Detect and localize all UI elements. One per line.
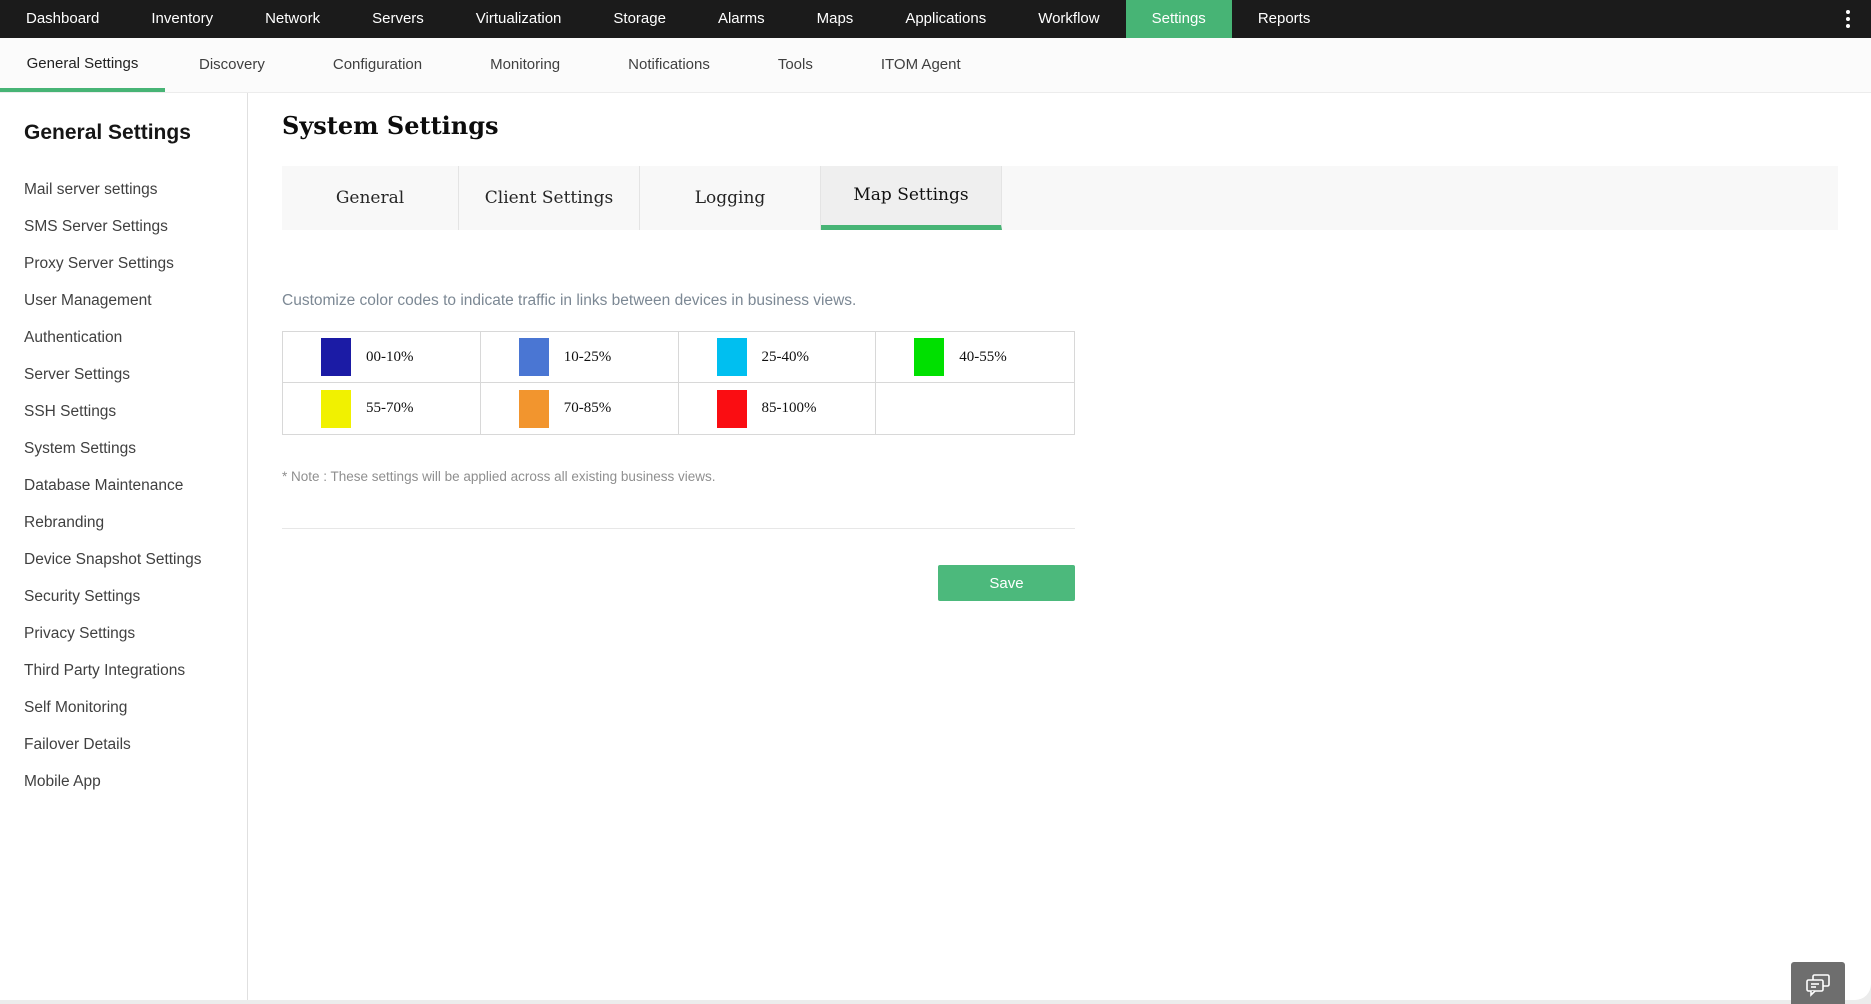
subnav-item-tools[interactable]: Tools xyxy=(744,38,847,92)
traffic-color-cell-70-85%[interactable]: 70-85% xyxy=(481,383,679,434)
color-swatch[interactable] xyxy=(716,338,747,376)
sidebar-item-proxy-server-settings[interactable]: Proxy Server Settings xyxy=(24,245,247,282)
traffic-color-table: 00-10% 10-25% 25-40% 40-55% 55-70% 70-85… xyxy=(282,331,1075,435)
topnav-item-dashboard[interactable]: Dashboard xyxy=(0,0,125,38)
tab-client-settings[interactable]: Client Settings xyxy=(459,166,640,230)
top-navigation-bar: Dashboard Inventory Network Servers Virtuali… xyxy=(0,0,1871,38)
sidebar-item-user-management[interactable]: User Management xyxy=(24,282,247,319)
save-button[interactable]: Save xyxy=(938,565,1075,601)
secondary-navigation: General Settings Discovery Configuration Mo… xyxy=(0,38,1871,93)
sidebar-item-device-snapshot-settings[interactable]: Device Snapshot Settings xyxy=(24,541,247,578)
topnav-item-reports[interactable]: Reports xyxy=(1232,0,1337,38)
sidebar-item-authentication[interactable]: Authentication xyxy=(24,319,247,356)
topnav-item-virtualization[interactable]: Virtualization xyxy=(450,0,588,38)
page-title: System Settings xyxy=(282,111,499,140)
sidebar-heading: General Settings xyxy=(24,121,191,144)
kebab-menu-icon[interactable] xyxy=(1825,0,1871,38)
color-swatch[interactable] xyxy=(321,338,351,376)
range-label: 85-100% xyxy=(761,400,817,416)
topnav-item-alarms[interactable]: Alarms xyxy=(692,0,791,38)
chat-feedback-icon xyxy=(1806,974,1830,997)
tab-bar-filler xyxy=(1002,166,1838,230)
subnav-item-configuration[interactable]: Configuration xyxy=(299,38,456,92)
feedback-button[interactable] xyxy=(1791,962,1845,1004)
topnav-item-applications[interactable]: Applications xyxy=(879,0,1012,38)
subnav-item-discovery[interactable]: Discovery xyxy=(165,38,299,92)
empty-cell xyxy=(876,383,1074,434)
sidebar-item-self-monitoring[interactable]: Self Monitoring xyxy=(24,689,247,726)
range-label: 00-10% xyxy=(366,348,414,365)
sidebar-item-privacy-settings[interactable]: Privacy Settings xyxy=(24,615,247,652)
traffic-color-cell-85-100%[interactable]: 85-100% xyxy=(679,383,877,434)
sidebar-item-list: Mail server settings SMS Server Settings P… xyxy=(24,171,247,800)
topnav-item-storage[interactable]: Storage xyxy=(587,0,692,38)
range-label: 25-40% xyxy=(761,348,810,365)
sidebar-item-mail-server-settings[interactable]: Mail server settings xyxy=(24,171,247,208)
sidebar-item-mobile-app[interactable]: Mobile App xyxy=(24,763,247,800)
topnav-item-maps[interactable]: Maps xyxy=(791,0,880,38)
subnav-item-monitoring[interactable]: Monitoring xyxy=(456,38,594,92)
tab-map-settings[interactable]: Map Settings xyxy=(821,166,1002,230)
tab-general[interactable]: General xyxy=(282,166,459,230)
color-swatch[interactable] xyxy=(321,389,351,428)
tab-logging[interactable]: Logging xyxy=(640,166,821,230)
sidebar-item-failover-details[interactable]: Failover Details xyxy=(24,726,247,763)
topnav-item-settings[interactable]: Settings xyxy=(1125,0,1232,38)
color-swatch[interactable] xyxy=(716,389,747,428)
main-panel: System Settings General Client Settings Lo… xyxy=(248,93,1871,1000)
sidebar-item-sms-server-settings[interactable]: SMS Server Settings xyxy=(24,208,247,245)
sidebar-item-security-settings[interactable]: Security Settings xyxy=(24,578,247,615)
content-area: General Settings Mail server settings SMS… xyxy=(0,93,1871,1000)
sidebar-item-third-party-integrations[interactable]: Third Party Integrations xyxy=(24,652,247,689)
range-label: 40-55% xyxy=(959,348,1007,365)
sidebar-item-server-settings[interactable]: Server Settings xyxy=(24,356,247,393)
range-label: 70-85% xyxy=(563,400,612,416)
traffic-color-cell-55-70%[interactable]: 55-70% xyxy=(283,383,481,434)
settings-sidebar: General Settings Mail server settings SMS… xyxy=(0,93,248,1000)
tab-bar: General Client Settings Logging Map Setting… xyxy=(282,166,1838,230)
traffic-color-cell-25-40%[interactable]: 25-40% xyxy=(678,332,877,383)
topnav-item-network[interactable]: Network xyxy=(239,0,346,38)
range-label: 55-70% xyxy=(366,400,414,416)
subnav-item-general-settings[interactable]: General Settings xyxy=(0,38,165,92)
traffic-color-cell-10-25%[interactable]: 10-25% xyxy=(480,332,679,383)
sidebar-item-system-settings[interactable]: System Settings xyxy=(24,430,247,467)
topnav-item-inventory[interactable]: Inventory xyxy=(125,0,239,38)
save-button-row: Save xyxy=(282,565,1075,601)
divider xyxy=(282,528,1075,529)
sidebar-item-ssh-settings[interactable]: SSH Settings xyxy=(24,393,247,430)
note-text: * Note : These settings will be applied … xyxy=(282,469,716,484)
color-swatch[interactable] xyxy=(518,389,549,428)
color-swatch[interactable] xyxy=(914,338,945,376)
color-swatch[interactable] xyxy=(518,338,549,376)
sidebar-item-database-maintenance[interactable]: Database Maintenance xyxy=(24,467,247,504)
subnav-item-notifications[interactable]: Notifications xyxy=(594,38,744,92)
range-label: 10-25% xyxy=(563,348,612,365)
topnav-item-workflow[interactable]: Workflow xyxy=(1012,0,1125,38)
traffic-color-cell-40-55%[interactable]: 40-55% xyxy=(876,332,1074,383)
topnav-item-servers[interactable]: Servers xyxy=(346,0,450,38)
description-text: Customize color codes to indicate traffi… xyxy=(282,292,857,309)
sidebar-item-rebranding[interactable]: Rebranding xyxy=(24,504,247,541)
traffic-color-cell-00-10%[interactable]: 00-10% xyxy=(283,332,481,383)
subnav-item-itom-agent[interactable]: ITOM Agent xyxy=(847,38,995,92)
top-nav-items: Dashboard Inventory Network Servers Virtuali… xyxy=(0,0,1336,38)
